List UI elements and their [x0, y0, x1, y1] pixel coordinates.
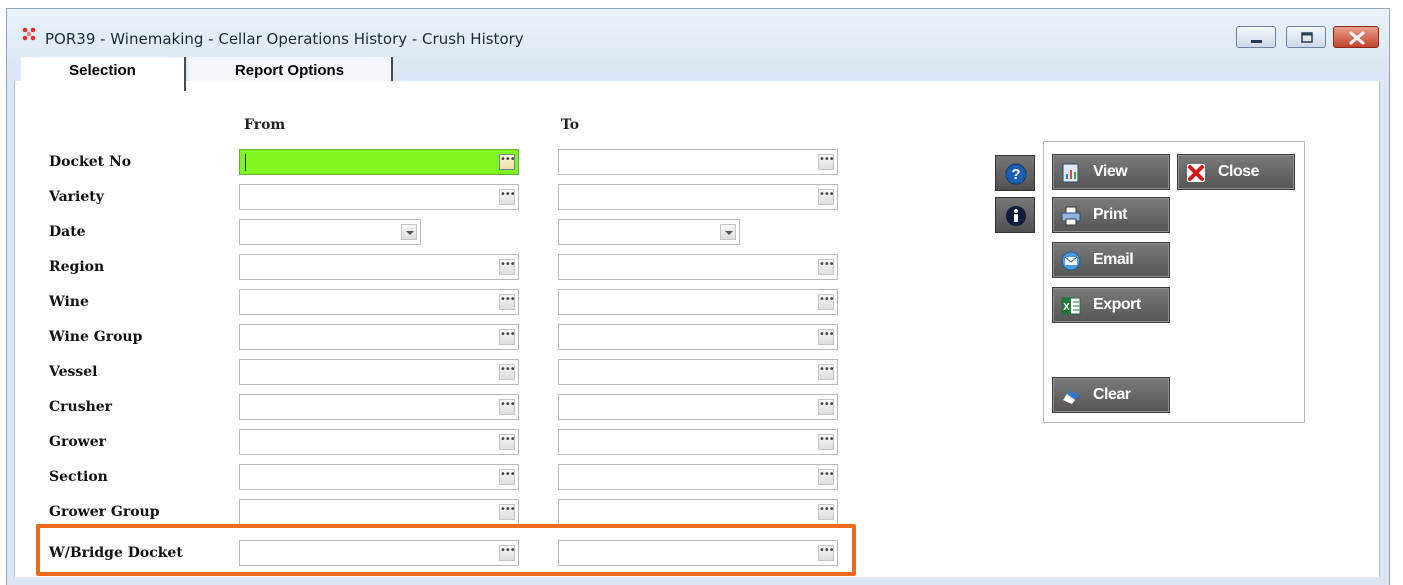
info-button[interactable]	[995, 197, 1035, 233]
info-icon	[1006, 206, 1026, 226]
vessel-from-input[interactable]: •••	[239, 359, 519, 385]
tab-selection[interactable]: Selection	[21, 57, 186, 91]
ellipsis-lookup-icon[interactable]: •••	[499, 154, 516, 170]
ellipsis-lookup-icon[interactable]: •••	[499, 364, 516, 380]
ellipsis-lookup-icon[interactable]: •••	[818, 329, 835, 345]
ellipsis-lookup-icon[interactable]: •••	[818, 294, 835, 310]
ellipsis-lookup-icon[interactable]: •••	[499, 504, 516, 520]
region-to-input[interactable]: •••	[558, 254, 838, 280]
wine-group-to-input[interactable]: •••	[558, 324, 838, 350]
grower-from-input[interactable]: •••	[239, 429, 519, 455]
title-bar: POR39 - Winemaking - Cellar Operations H…	[7, 9, 1389, 57]
ellipsis-lookup-icon[interactable]: •••	[818, 469, 835, 485]
ellipsis-lookup-icon[interactable]: •••	[818, 189, 835, 205]
from-column-header: From	[244, 117, 286, 133]
eraser-icon	[1063, 390, 1079, 404]
grower-group-to-input[interactable]: •••	[558, 499, 838, 525]
question-icon: ?	[1005, 163, 1027, 185]
section-to-input[interactable]: •••	[558, 464, 838, 490]
region-from-input[interactable]: •••	[239, 254, 519, 280]
clear-label: Clear	[1093, 386, 1131, 403]
ellipsis-lookup-icon[interactable]: •••	[818, 154, 835, 170]
ellipsis-lookup-icon[interactable]: •••	[818, 434, 835, 450]
docket-no-to-input[interactable]: •••	[558, 149, 838, 175]
maximize-button[interactable]	[1286, 26, 1326, 48]
ellipsis-lookup-icon[interactable]: •••	[818, 504, 835, 520]
close-icon	[1349, 31, 1365, 45]
grower-group-from-input[interactable]: •••	[239, 499, 519, 525]
vessel-to-input[interactable]: •••	[558, 359, 838, 385]
label-crusher: Crusher	[49, 399, 113, 415]
label-section: Section	[49, 469, 108, 485]
label-variety: Variety	[49, 189, 104, 205]
ellipsis-lookup-icon[interactable]: •••	[818, 399, 835, 415]
grower-to-input[interactable]: •••	[558, 429, 838, 455]
email-label: Email	[1093, 251, 1134, 268]
date-from-input[interactable]	[239, 219, 421, 245]
ellipsis-lookup-icon[interactable]: •••	[818, 259, 835, 275]
app-icon	[22, 27, 36, 41]
action-box: View Close Print Email X Export Clear	[1043, 141, 1305, 423]
svg-text:?: ?	[1011, 166, 1020, 183]
window-title: POR39 - Winemaking - Cellar Operations H…	[45, 30, 524, 48]
ellipsis-lookup-icon[interactable]: •••	[499, 469, 516, 485]
print-button[interactable]: Print	[1052, 197, 1170, 233]
selection-panel: From To Docket No ••• ••• Variety ••• ••• Date…	[14, 81, 1380, 577]
ellipsis-lookup-icon[interactable]: •••	[499, 294, 516, 310]
ellipsis-lookup-icon[interactable]: •••	[499, 329, 516, 345]
label-wine-group: Wine Group	[49, 329, 143, 345]
ellipsis-lookup-icon[interactable]: •••	[499, 434, 516, 450]
label-date: Date	[49, 224, 86, 240]
crusher-to-input[interactable]: •••	[558, 394, 838, 420]
export-button[interactable]: X Export	[1052, 287, 1170, 323]
view-report-icon	[1062, 163, 1079, 183]
variety-from-input[interactable]: •••	[239, 184, 519, 210]
dropdown-arrow-icon[interactable]	[720, 224, 736, 240]
label-vessel: Vessel	[49, 364, 98, 380]
minimize-icon	[1251, 40, 1262, 43]
label-wine: Wine	[49, 294, 89, 310]
print-label: Print	[1093, 206, 1127, 223]
wine-from-input[interactable]: •••	[239, 289, 519, 315]
ellipsis-lookup-icon[interactable]: •••	[818, 364, 835, 380]
label-region: Region	[49, 259, 105, 275]
view-label: View	[1093, 163, 1128, 180]
docket-no-from-input[interactable]: •••	[239, 149, 519, 175]
highlight-annotation	[36, 524, 856, 576]
date-to-input[interactable]	[558, 219, 740, 245]
wine-to-input[interactable]: •••	[558, 289, 838, 315]
minimize-button[interactable]	[1236, 26, 1276, 48]
text-caret	[245, 154, 246, 171]
email-icon	[1061, 251, 1081, 271]
dropdown-arrow-icon[interactable]	[401, 224, 417, 240]
printer-icon	[1061, 206, 1081, 226]
excel-icon: X	[1061, 297, 1081, 315]
to-column-header: To	[561, 117, 580, 133]
ellipsis-lookup-icon[interactable]: •••	[499, 189, 516, 205]
help-button[interactable]: ?	[995, 155, 1035, 191]
label-docket-no: Docket No	[49, 154, 132, 170]
clear-button[interactable]: Clear	[1052, 377, 1170, 413]
wine-group-from-input[interactable]: •••	[239, 324, 519, 350]
ellipsis-lookup-icon[interactable]: •••	[499, 399, 516, 415]
label-grower: Grower	[49, 434, 107, 450]
ellipsis-lookup-icon[interactable]: •••	[499, 259, 516, 275]
close-x-icon	[1187, 164, 1205, 182]
view-button[interactable]: View	[1052, 154, 1170, 190]
email-button[interactable]: Email	[1052, 242, 1170, 278]
export-label: Export	[1093, 296, 1141, 313]
close-button[interactable]: Close	[1177, 154, 1295, 190]
section-from-input[interactable]: •••	[239, 464, 519, 490]
close-label: Close	[1218, 163, 1260, 180]
window-close-button[interactable]	[1333, 26, 1379, 48]
variety-to-input[interactable]: •••	[558, 184, 838, 210]
crusher-from-input[interactable]: •••	[239, 394, 519, 420]
maximize-icon	[1301, 32, 1313, 43]
label-grower-group: Grower Group	[49, 504, 160, 520]
svg-text:X: X	[1063, 302, 1070, 313]
